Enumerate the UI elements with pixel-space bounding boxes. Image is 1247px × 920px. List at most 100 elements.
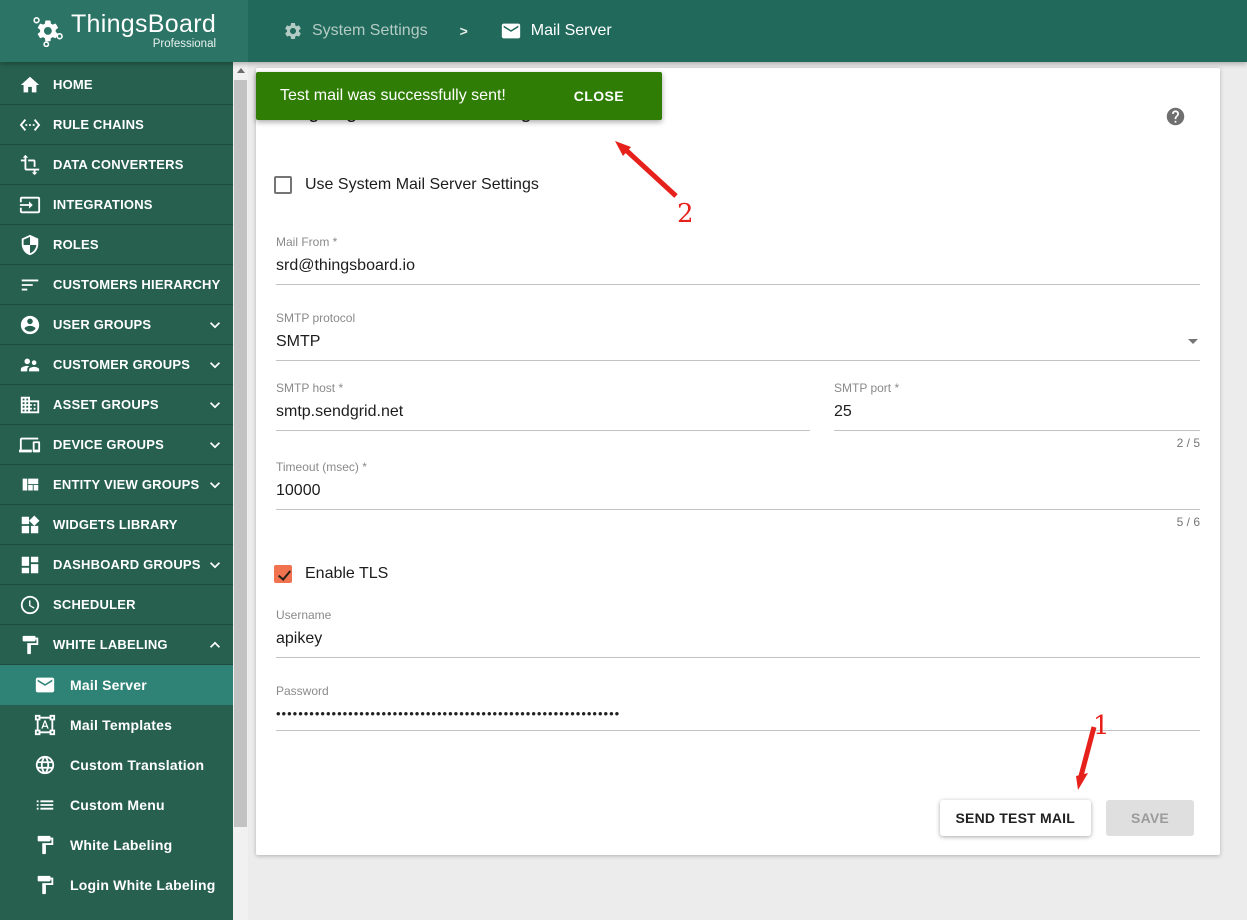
help-button[interactable] <box>1165 106 1186 127</box>
chevron-down-icon <box>205 435 225 455</box>
mail-from-group: Mail From * <box>276 235 1200 285</box>
device-groups-icon <box>18 434 42 456</box>
sidebar-item-label: ENTITY VIEW GROUPS <box>53 477 200 492</box>
app-logo[interactable]: ThingsBoard Professional <box>0 0 248 62</box>
app-edition: Professional <box>152 37 217 50</box>
sidebar-item-label: RULE CHAINS <box>53 117 145 132</box>
scrollbar-up-arrow-icon[interactable] <box>233 62 248 79</box>
save-button[interactable]: SAVE <box>1106 800 1194 836</box>
sidebar-item-asset-groups[interactable]: ASSET GROUPS <box>0 385 233 425</box>
timeout-label: Timeout (msec) * <box>276 460 367 474</box>
breadcrumb-section-label: System Settings <box>312 22 428 39</box>
main-content: Outgoing Mail Server Settings Use System… <box>248 62 1247 920</box>
sidebar-item-home[interactable]: HOME <box>0 65 233 105</box>
smtp-port-group: SMTP port * 2 / 5 <box>834 381 1200 450</box>
app-name: ThingsBoard <box>70 9 217 38</box>
username-group: Username <box>276 608 1200 658</box>
smtp-protocol-select[interactable]: SMTP <box>276 325 1200 361</box>
help-icon <box>1166 107 1185 126</box>
breadcrumb-separator: > <box>459 23 468 39</box>
enable-tls-label: Enable TLS <box>305 565 389 582</box>
sidebar-item-integrations[interactable]: INTEGRATIONS <box>0 185 233 225</box>
enable-tls-checkbox[interactable]: Enable TLS <box>274 565 388 583</box>
sidebar-item-user-groups[interactable]: USER GROUPS <box>0 305 233 345</box>
thingsboard-logo-icon <box>33 17 63 47</box>
sidebar-item-label: ROLES <box>53 237 99 252</box>
custom-translation-icon <box>33 754 57 776</box>
smtp-host-group: SMTP host * <box>276 381 810 431</box>
sidebar-item-label: INTEGRATIONS <box>53 197 153 212</box>
scrollbar-thumb[interactable] <box>234 80 247 827</box>
sidebar-item-device-groups[interactable]: DEVICE GROUPS <box>0 425 233 465</box>
chevron-down-icon <box>1188 339 1198 344</box>
smtp-port-char-counter: 2 / 5 <box>1176 436 1200 450</box>
asset-groups-icon <box>18 394 42 416</box>
chevron-down-icon <box>205 475 225 495</box>
sidebar-item-roles[interactable]: ROLES <box>0 225 233 265</box>
integrations-icon <box>18 194 42 216</box>
sidebar-item-white-labeling-sub[interactable]: White Labeling <box>0 825 233 865</box>
sidebar-item-label: White Labeling <box>70 837 173 853</box>
customers-hierarchy-icon <box>18 274 42 296</box>
page-root: ThingsBoard Professional System Settings… <box>0 0 1247 920</box>
use-system-mail-checkbox[interactable]: Use System Mail Server Settings <box>274 176 539 194</box>
sidebar-item-scheduler[interactable]: SCHEDULER <box>0 585 233 625</box>
sidebar-item-label: WHITE LABELING <box>53 637 168 652</box>
sidebar-item-white-labeling[interactable]: WHITE LABELING <box>0 625 233 665</box>
sidebar-item-label: DEVICE GROUPS <box>53 437 164 452</box>
sidebar-item-mail-server[interactable]: Mail Server <box>0 665 233 705</box>
mail-server-icon <box>33 674 57 696</box>
mail-server-card: Outgoing Mail Server Settings Use System… <box>256 68 1220 855</box>
chevron-up-icon <box>205 635 225 655</box>
sidebar-item-entity-view-groups[interactable]: ENTITY VIEW GROUPS <box>0 465 233 505</box>
toast-notification: Test mail was successfully sent! CLOSE <box>256 72 662 120</box>
sidebar-item-rule-chains[interactable]: RULE CHAINS <box>0 105 233 145</box>
home-icon <box>18 74 42 96</box>
gear-icon <box>285 23 301 39</box>
chevron-down-icon <box>205 555 225 575</box>
checkbox-unchecked-icon <box>274 176 292 194</box>
sidebar-item-label: ASSET GROUPS <box>53 397 159 412</box>
sidebar-nav: HOME RULE CHAINS DATA CONVERTERS INTEGRATIO… <box>0 62 233 920</box>
sidebar-scrollbar <box>233 62 248 920</box>
white-labeling-icon <box>33 834 57 856</box>
breadcrumb-page-label: Mail Server <box>530 22 612 39</box>
sidebar-item-label: Custom Menu <box>70 797 165 813</box>
chevron-down-icon <box>205 355 225 375</box>
sidebar-item-label: DATA CONVERTERS <box>53 157 184 172</box>
sidebar-item-data-converters[interactable]: DATA CONVERTERS <box>0 145 233 185</box>
breadcrumb-system-settings[interactable]: System Settings <box>283 21 428 41</box>
username-label: Username <box>276 608 332 622</box>
login-white-labeling-icon <box>33 874 57 896</box>
sidebar-item-widgets-library[interactable]: WIDGETS LIBRARY <box>0 505 233 545</box>
toast-message: Test mail was successfully sent! <box>280 87 506 104</box>
entity-view-groups-icon <box>18 474 42 496</box>
smtp-port-input[interactable] <box>834 395 1200 431</box>
password-input[interactable] <box>276 698 1200 731</box>
sidebar-item-dashboard-groups[interactable]: DASHBOARD GROUPS <box>0 545 233 585</box>
user-groups-icon <box>18 314 42 336</box>
sidebar-item-login-white-labeling[interactable]: Login White Labeling <box>0 865 233 905</box>
username-input[interactable] <box>276 622 1200 658</box>
checkbox-checked-icon <box>274 565 292 583</box>
timeout-input[interactable] <box>276 474 1200 510</box>
sidebar-item-customer-groups[interactable]: CUSTOMER GROUPS <box>0 345 233 385</box>
sidebar-item-customers-hierarchy[interactable]: CUSTOMERS HIERARCHY <box>0 265 233 305</box>
mail-templates-icon <box>33 714 57 736</box>
mail-from-input[interactable] <box>276 249 1200 285</box>
breadcrumb-mail-server[interactable]: Mail Server <box>500 20 612 42</box>
sidebar-item-custom-translation[interactable]: Custom Translation <box>0 745 233 785</box>
sidebar-item-label: USER GROUPS <box>53 317 152 332</box>
white-labeling-icon <box>18 634 42 656</box>
sidebar-item-label: DASHBOARD GROUPS <box>53 557 201 572</box>
smtp-protocol-label: SMTP protocol <box>276 311 356 325</box>
sidebar-item-custom-menu[interactable]: Custom Menu <box>0 785 233 825</box>
smtp-host-input[interactable] <box>276 395 810 431</box>
widgets-library-icon <box>18 514 42 536</box>
sidebar-item-mail-templates[interactable]: Mail Templates <box>0 705 233 745</box>
send-test-mail-button[interactable]: SEND TEST MAIL <box>939 800 1091 836</box>
dashboard-groups-icon <box>18 554 42 576</box>
password-group: Password <box>276 684 1200 731</box>
chevron-down-icon <box>205 395 225 415</box>
toast-close-button[interactable]: CLOSE <box>574 88 624 104</box>
